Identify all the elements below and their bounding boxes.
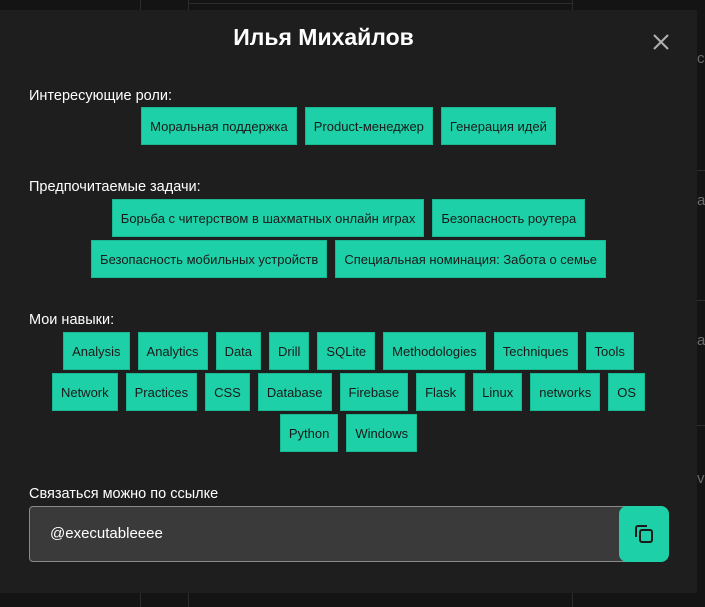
tasks-list: Безопасность мобильных устройств Специаль…	[10, 240, 687, 278]
skill-chip: Analytics	[137, 332, 208, 370]
contact-label: Связаться можно по ссылке	[29, 486, 219, 502]
skill-chip: Data	[215, 332, 262, 370]
copy-icon	[635, 525, 653, 543]
background-text: v	[697, 470, 705, 487]
skill-chip: Python	[279, 414, 339, 452]
roles-list: Моральная поддержка Product-менеджер Генер…	[10, 107, 687, 145]
skill-chip: Network	[51, 373, 118, 411]
skill-chip: Practices	[125, 373, 198, 411]
skills-label: Мои навыки:	[29, 312, 115, 328]
background-divider	[188, 3, 572, 4]
task-chip: Безопасность мобильных устройств	[91, 240, 328, 278]
background-divider	[697, 300, 705, 301]
skill-chip: Techniques	[493, 332, 578, 370]
background-divider	[140, 0, 141, 10]
background-text: а	[697, 332, 705, 349]
skill-chip: Drill	[269, 332, 310, 370]
role-chip: Моральная поддержка	[141, 107, 297, 145]
background-divider	[188, 593, 189, 607]
skill-chip: Flask	[416, 373, 466, 411]
close-icon	[653, 34, 669, 50]
skills-list: Python Windows	[10, 414, 687, 452]
skill-chip: SQLite	[317, 332, 376, 370]
background-divider	[572, 593, 573, 607]
task-chip: Борьба с читерством в шахматных онлайн и…	[111, 199, 425, 237]
skill-chip: Analysis	[63, 332, 130, 370]
background-divider	[140, 593, 141, 607]
skill-chip: OS	[608, 373, 646, 411]
modal-title: Илья Михайлов	[233, 24, 414, 50]
skills-list: Analysis Analytics Data Drill SQLite Methodol…	[10, 332, 687, 370]
task-chip: Безопасность роутера	[432, 199, 586, 237]
skill-chip: Database	[257, 373, 332, 411]
profile-modal: Илья Михайлов Интересующие роли: Моральн…	[0, 10, 697, 593]
skill-chip: CSS	[205, 373, 250, 411]
background-text: а	[697, 192, 705, 209]
close-button[interactable]	[648, 29, 674, 55]
tasks-list: Борьба с читерством в шахматных онлайн и…	[10, 199, 687, 237]
contact-link-field[interactable]: @executableeee	[29, 506, 637, 562]
background-text: са	[697, 50, 705, 67]
role-chip: Product-менеджер	[304, 107, 433, 145]
background-divider	[697, 425, 705, 426]
background-divider	[188, 0, 189, 10]
skill-chip: Tools	[585, 332, 634, 370]
background-divider	[572, 0, 573, 10]
skill-chip: Methodologies	[383, 332, 486, 370]
task-chip: Специальная номинация: Забота о семье	[335, 240, 606, 278]
skills-list: Network Practices CSS Database Firebase Flask…	[10, 373, 687, 411]
roles-label: Интересующие роли:	[29, 88, 172, 104]
skill-chip: Firebase	[339, 373, 409, 411]
skill-chip: Linux	[473, 373, 523, 411]
copy-button[interactable]	[619, 506, 669, 562]
skill-chip: Windows	[346, 414, 418, 452]
skill-chip: networks	[530, 373, 601, 411]
tasks-label: Предпочитаемые задачи:	[29, 179, 201, 195]
role-chip: Генерация идей	[440, 107, 556, 145]
background-divider	[697, 170, 705, 171]
